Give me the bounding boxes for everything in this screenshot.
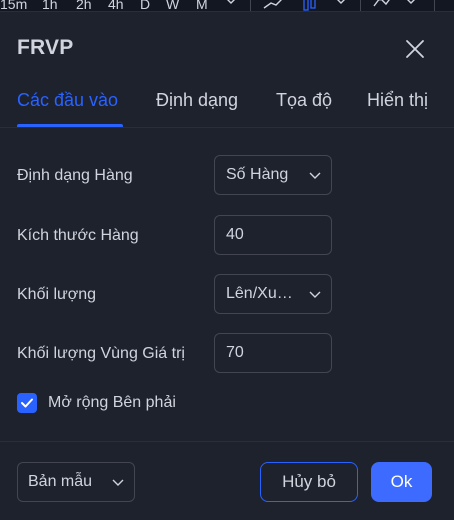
tab-visibility[interactable]: Hiển thị [367,90,428,111]
toolbar-divider [434,0,435,11]
tab-bar: Các đầu vào Định dạng Tọa độ Hiển thị [0,76,454,128]
tabs-divider [0,127,454,128]
tab-style[interactable]: Định dạng [156,90,238,111]
value-area-volume-input[interactable]: 70 [214,333,332,373]
row-layout-label: Định dạng Hàng [17,167,133,184]
template-dropdown[interactable]: Bản mẫu [17,462,135,502]
toolbar-divider [360,0,361,11]
timeframe-m[interactable]: M [196,0,208,11]
volume-label: Khối lượng [17,286,97,303]
close-icon [406,40,424,58]
volume-select[interactable]: Lên/Xu… [214,274,332,314]
line-chart-icon[interactable] [262,0,286,11]
ok-button[interactable]: Ok [371,462,432,502]
indicators-icon[interactable] [372,0,396,11]
row-layout-value: Số Hàng [226,166,289,183]
timeframe-15m[interactable]: 15m [0,0,27,11]
checkmark-icon [21,398,33,408]
settings-dialog: FRVP Các đầu vào Định dạng Tọa độ Hiển t… [0,12,454,520]
timeframe-d[interactable]: D [140,0,150,11]
chevron-down-icon [309,291,321,298]
timeframe-w[interactable]: W [166,0,179,11]
tab-inputs[interactable]: Các đầu vào [17,90,118,111]
extend-right-label: Mở rộng Bên phải [48,394,176,411]
chevron-down-icon[interactable] [334,0,348,11]
chevron-down-icon [112,479,124,486]
chevron-down-icon[interactable] [224,0,238,11]
row-size-input[interactable]: 40 [214,215,332,255]
template-label: Bản mẫu [28,473,93,490]
value-area-volume-value: 70 [226,344,244,361]
dialog-title: FRVP [17,36,74,59]
row-size-value: 40 [226,226,244,243]
extend-right-checkbox[interactable] [17,393,37,413]
chevron-down-icon[interactable] [404,0,418,11]
candles-icon[interactable] [302,0,318,11]
close-button[interactable] [403,37,427,61]
cancel-button[interactable]: Hủy bỏ [260,462,358,502]
chart-toolbar: 15m 1h 2h 4h D W M [0,0,454,12]
row-size-label: Kích thước Hàng [17,227,139,244]
chevron-down-icon [309,172,321,179]
volume-value: Lên/Xu… [226,285,293,302]
toolbar-divider [250,0,251,11]
timeframe-4h[interactable]: 4h [108,0,124,11]
timeframe-1h[interactable]: 1h [42,0,58,11]
row-layout-select[interactable]: Số Hàng [214,155,332,195]
value-area-volume-label: Khối lượng Vùng Giá trị [17,345,185,362]
footer-divider [0,441,454,442]
timeframe-2h[interactable]: 2h [76,0,92,11]
tab-coordinates[interactable]: Tọa độ [276,90,332,111]
